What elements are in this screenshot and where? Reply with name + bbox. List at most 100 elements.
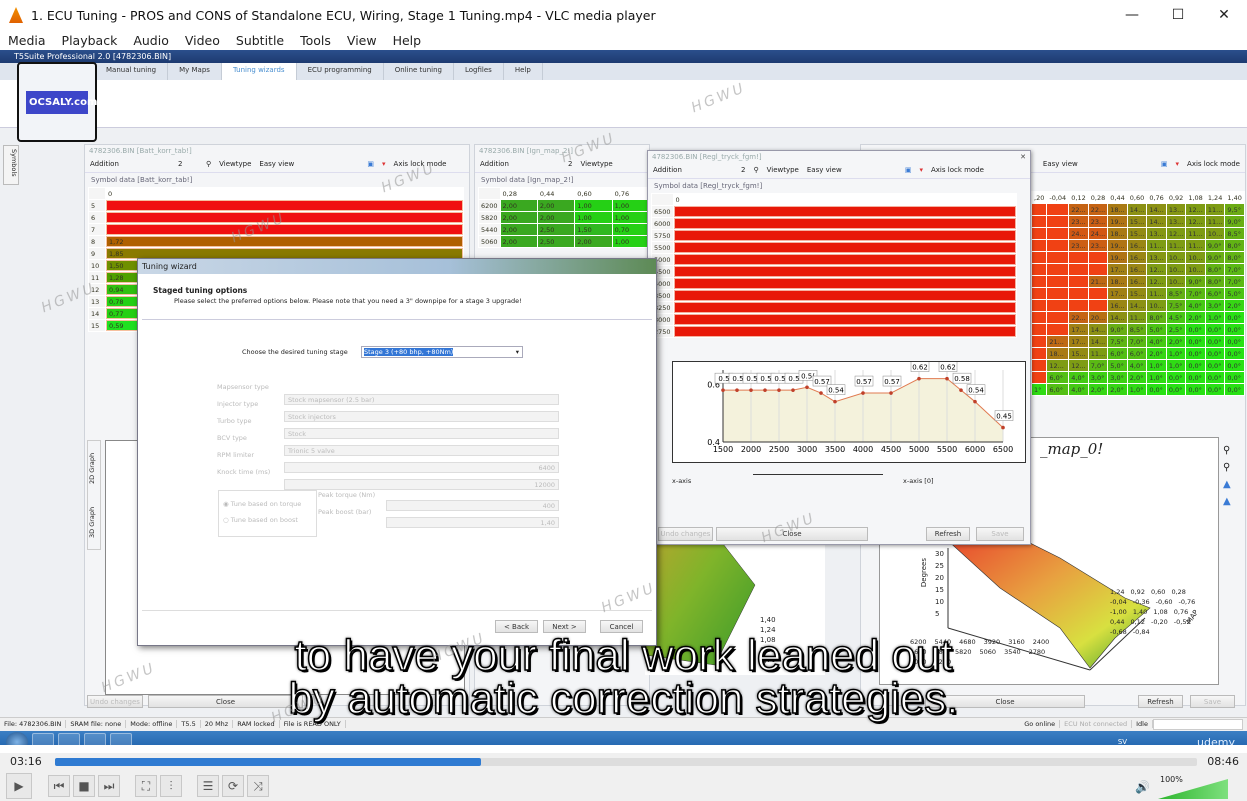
field-select[interactable]: Stock — [284, 428, 559, 439]
cell[interactable]: 22... — [1088, 204, 1108, 215]
cell[interactable]: 15... — [1127, 216, 1147, 227]
cell[interactable]: 2,00 — [500, 236, 537, 247]
cell[interactable] — [673, 326, 1016, 337]
field-select[interactable]: Stock mapsensor (2.5 bar) — [284, 394, 559, 405]
cell[interactable] — [673, 302, 1016, 313]
cell[interactable]: 4,0° — [1127, 360, 1147, 371]
cell[interactable]: 2,00 — [537, 200, 575, 211]
cell[interactable] — [1069, 276, 1088, 287]
cell[interactable]: 14... — [1147, 216, 1166, 227]
cell[interactable] — [1032, 336, 1047, 347]
cell[interactable]: 1,00 — [612, 212, 649, 223]
cell[interactable]: 14... — [1127, 300, 1147, 311]
menu-playback[interactable]: Playback — [54, 33, 126, 48]
cell[interactable] — [1032, 276, 1047, 287]
cell[interactable]: 8,0° — [1205, 264, 1225, 275]
menu-video[interactable]: Video — [177, 33, 228, 48]
cell[interactable]: 0,0° — [1225, 372, 1244, 383]
cell[interactable] — [673, 218, 1016, 229]
cell[interactable]: 17... — [1108, 288, 1127, 299]
cell[interactable]: 12... — [1186, 216, 1205, 227]
cell[interactable]: 3,0° — [1108, 372, 1127, 383]
mode-select[interactable]: Addition — [90, 160, 170, 168]
cell[interactable]: 4,5° — [1166, 312, 1186, 323]
stop-button[interactable]: ■ — [73, 775, 95, 797]
cell[interactable]: 0,0° — [1186, 348, 1205, 359]
peak-torque-field[interactable]: 400 — [386, 500, 559, 511]
cell[interactable]: 12... — [1166, 228, 1186, 239]
cell[interactable]: 1,00 — [575, 212, 612, 223]
cell[interactable]: 16... — [1108, 300, 1127, 311]
cell[interactable]: 2,0° — [1088, 384, 1108, 395]
dialog-close-icon[interactable]: ✕ — [1020, 153, 1026, 161]
radio-torque[interactable]: ◉ Tune based on torque — [223, 500, 316, 508]
cell[interactable]: 3,0° — [1205, 300, 1225, 311]
cell[interactable] — [673, 290, 1016, 301]
cell[interactable]: 0,0° — [1205, 360, 1225, 371]
cell[interactable]: 0,0° — [1205, 372, 1225, 383]
cell[interactable] — [1032, 216, 1047, 227]
tab-3d-graph[interactable]: 3D Graph — [88, 506, 100, 537]
cell[interactable]: 1,0° — [1166, 348, 1186, 359]
cell[interactable]: 11... — [1205, 216, 1225, 227]
cell[interactable] — [1032, 300, 1047, 311]
cell[interactable]: 10... — [1166, 276, 1186, 287]
cell[interactable] — [1069, 264, 1088, 275]
cell[interactable]: 2,0° — [1166, 336, 1186, 347]
symbols-side-tab[interactable]: Symbols — [3, 145, 19, 185]
cell[interactable]: 12... — [1069, 360, 1088, 371]
cell[interactable]: 14... — [1108, 312, 1127, 323]
cell[interactable]: 21... — [1088, 276, 1108, 287]
taskbar-app[interactable] — [110, 733, 132, 745]
cell[interactable]: 0,0° — [1225, 360, 1244, 371]
cell[interactable]: 19... — [1108, 240, 1127, 251]
loop-button[interactable]: ⟳ — [222, 775, 244, 797]
cell[interactable]: 8,0° — [1225, 240, 1244, 251]
peak-boost-field[interactable]: 1,40 — [386, 517, 559, 528]
cell[interactable]: 7,0° — [1225, 264, 1244, 275]
cell[interactable]: 1,50 — [575, 224, 612, 235]
cell[interactable]: 9,0° — [1205, 240, 1225, 251]
cell[interactable]: 11... — [1088, 348, 1108, 359]
cell[interactable]: 1,00 — [575, 200, 612, 211]
cell[interactable]: 7,5° — [1108, 336, 1127, 347]
cell[interactable]: 15... — [1127, 288, 1147, 299]
cell[interactable] — [1047, 324, 1069, 335]
cell[interactable]: 13... — [1147, 252, 1166, 263]
cell[interactable]: 2,5° — [1166, 324, 1186, 335]
graph-icon[interactable]: ▾ — [382, 160, 386, 168]
cell[interactable]: 0,0° — [1147, 384, 1166, 395]
taskbar-t5suite[interactable] — [84, 733, 106, 745]
mode-select[interactable]: Addition — [480, 160, 560, 168]
cell[interactable]: 2,50 — [537, 224, 575, 235]
cell[interactable] — [1032, 252, 1047, 263]
cell[interactable]: 19... — [1108, 252, 1127, 263]
cell[interactable]: 23... — [1088, 240, 1108, 251]
cell[interactable]: 9,0° — [1205, 252, 1225, 263]
menu-media[interactable]: Media — [0, 33, 54, 48]
cell[interactable]: 9,0° — [1108, 324, 1127, 335]
field-select[interactable]: Stock injectors — [284, 411, 559, 422]
cell[interactable]: 18... — [1108, 276, 1127, 287]
cell[interactable]: 12... — [1186, 204, 1205, 215]
cell[interactable]: 0,0° — [1205, 384, 1225, 395]
cell[interactable] — [1088, 264, 1108, 275]
cell[interactable] — [673, 206, 1016, 217]
surface-icon[interactable]: ▲ — [1223, 496, 1231, 507]
previous-button[interactable]: ⏮ — [48, 775, 70, 797]
menu-view[interactable]: View — [339, 33, 385, 48]
cell[interactable]: 14... — [1127, 204, 1147, 215]
cell[interactable] — [1069, 288, 1088, 299]
cell[interactable] — [1088, 252, 1108, 263]
wand-icon[interactable]: ⚲ — [206, 160, 211, 168]
radio-boost[interactable]: ○ Tune based on boost — [223, 516, 316, 524]
cell[interactable] — [1032, 360, 1047, 371]
cell[interactable]: 0,0° — [1225, 348, 1244, 359]
cell[interactable] — [1088, 300, 1108, 311]
cell[interactable] — [1047, 312, 1069, 323]
cell[interactable]: 7,0° — [1186, 288, 1205, 299]
cell[interactable]: 8,5° — [1166, 288, 1186, 299]
cell[interactable] — [1032, 324, 1047, 335]
cell[interactable] — [1032, 288, 1047, 299]
cell[interactable]: 9,0° — [1186, 276, 1205, 287]
